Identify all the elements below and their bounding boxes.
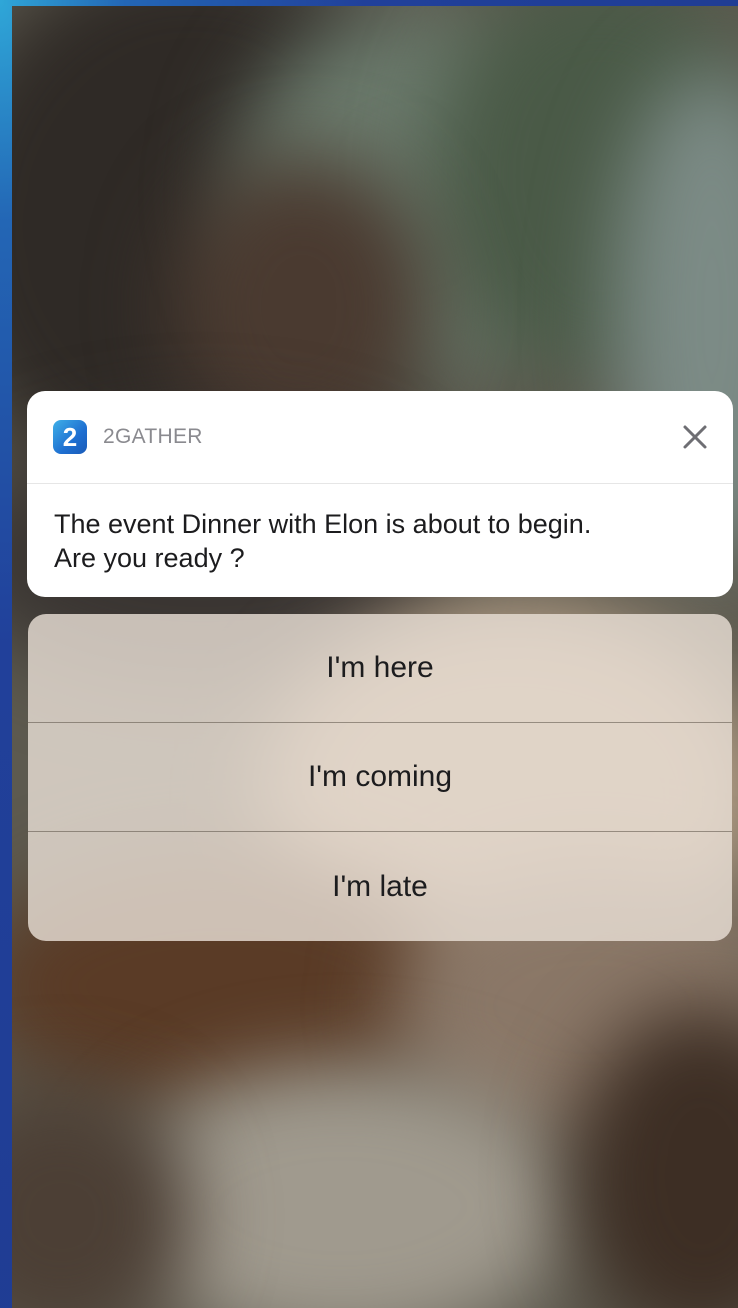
message-line: Are you ready ? — [54, 543, 245, 573]
notification-actions: I'm here I'm coming I'm late — [28, 614, 732, 941]
app-name: 2GATHER — [103, 425, 203, 448]
im-late-button[interactable]: I'm late — [28, 832, 732, 941]
im-coming-button[interactable]: I'm coming — [28, 723, 732, 832]
im-here-button[interactable]: I'm here — [28, 614, 732, 723]
message-line: The event Dinner with Elon is about to b… — [54, 509, 592, 539]
notification-card[interactable]: 2 2GATHER The event Dinner with Elon is … — [27, 391, 733, 597]
notification-message: The event Dinner with Elon is about to b… — [54, 507, 714, 575]
close-icon[interactable] — [679, 421, 711, 453]
notification-header: 2 2GATHER — [27, 391, 733, 484]
2gather-app-icon: 2 — [53, 420, 87, 454]
